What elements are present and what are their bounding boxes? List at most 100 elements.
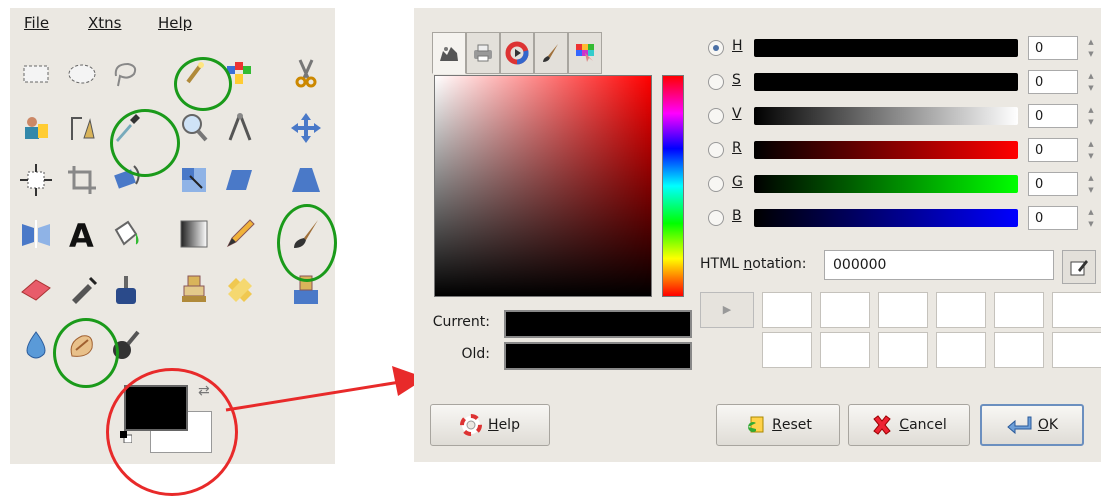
tab-watercolor[interactable] (534, 32, 568, 74)
crop-tool[interactable] (62, 160, 102, 200)
channel-spinbox-r[interactable]: 0 (1028, 138, 1078, 162)
channel-radio-b[interactable] (708, 210, 724, 226)
channel-spinbox-h[interactable]: 0 (1028, 36, 1078, 60)
menu-xtns[interactable]: Xtns (88, 14, 121, 32)
add-to-history-button[interactable]: ▶ (700, 292, 754, 328)
smudge-tool[interactable] (62, 326, 102, 366)
color-picker-icon (116, 114, 140, 142)
magnify-icon (182, 114, 208, 142)
ellipse-select-tool[interactable] (62, 54, 102, 94)
color-history-slot[interactable] (762, 332, 812, 368)
fuzzy-select-tool[interactable] (174, 54, 214, 94)
measure-tool[interactable] (220, 108, 260, 148)
color-picker-tool[interactable] (106, 108, 146, 148)
flip-tool[interactable] (16, 214, 56, 254)
channel-slider-h[interactable] (754, 39, 1018, 57)
channel-radio-s[interactable] (708, 74, 724, 90)
channel-label-b: B (732, 208, 742, 224)
perspective-clone-tool[interactable] (286, 270, 326, 310)
blend-tool[interactable] (174, 214, 214, 254)
cancel-button[interactable]: Cancel (848, 404, 970, 446)
channel-slider-s[interactable] (754, 73, 1018, 91)
tab-palette[interactable] (568, 32, 602, 74)
bucket-fill-tool[interactable] (106, 214, 146, 254)
reset-button[interactable]: Reset (716, 404, 840, 446)
pencil-tool[interactable] (220, 214, 260, 254)
smudge-icon (70, 335, 93, 357)
menu-help[interactable]: Help (158, 14, 192, 32)
tab-color-wheel[interactable] (500, 32, 534, 74)
color-history-slot[interactable] (878, 332, 928, 368)
fuzzy-select-icon (186, 62, 204, 84)
channel-spinbox-v[interactable]: 0 (1028, 104, 1078, 128)
brush-icon (543, 44, 558, 62)
foreground-select-tool[interactable] (16, 108, 56, 148)
spin-arrows-icon[interactable]: ▲ ▼ (1084, 138, 1098, 162)
tab-gimp-selector[interactable] (432, 32, 466, 74)
channel-slider-b[interactable] (754, 209, 1018, 227)
color-history-slot[interactable] (994, 332, 1044, 368)
tab-cmyk[interactable] (466, 32, 500, 74)
hue-strip[interactable] (662, 75, 684, 297)
flip-icon (22, 220, 50, 248)
rotate-tool[interactable] (106, 160, 146, 200)
channel-slider-g[interactable] (754, 175, 1018, 193)
shear-tool[interactable] (220, 160, 260, 200)
ok-button[interactable]: OK (980, 404, 1084, 446)
spin-arrows-icon[interactable]: ▲ ▼ (1084, 172, 1098, 196)
ink-icon (116, 276, 136, 304)
channel-radio-g[interactable] (708, 176, 724, 192)
old-label: Old: (461, 346, 490, 362)
current-color-swatch (504, 310, 692, 338)
move-tool[interactable] (286, 108, 326, 148)
color-history-slot[interactable] (936, 292, 986, 328)
color-history-slot[interactable] (1052, 332, 1101, 368)
menu-file[interactable]: File (24, 14, 49, 32)
spin-arrows-icon[interactable]: ▲ ▼ (1084, 70, 1098, 94)
color-select-tool[interactable] (220, 54, 260, 94)
scale-tool[interactable] (174, 160, 214, 200)
text-tool[interactable]: A (62, 214, 102, 254)
color-spectrum-area[interactable] (434, 75, 652, 297)
html-notation-label: HTML notation: (700, 256, 807, 272)
scissors-tool[interactable] (286, 54, 326, 94)
color-history-slot[interactable] (1052, 292, 1101, 328)
channel-spinbox-b[interactable]: 0 (1028, 206, 1078, 230)
ink-tool[interactable] (106, 270, 146, 310)
paintbrush-tool[interactable] (286, 214, 326, 254)
lasso-tool[interactable] (106, 54, 146, 94)
spin-arrows-icon[interactable]: ▲ ▼ (1084, 206, 1098, 230)
eraser-tool[interactable] (16, 270, 56, 310)
clone-tool[interactable] (174, 270, 214, 310)
channel-spinbox-g[interactable]: 0 (1028, 172, 1078, 196)
eyedropper-button[interactable] (1062, 250, 1096, 284)
channel-label-g: G (732, 174, 743, 190)
channel-radio-h[interactable] (708, 40, 724, 56)
spin-arrows-icon[interactable]: ▲ ▼ (1084, 36, 1098, 60)
airbrush-tool[interactable] (62, 270, 102, 310)
channel-radio-v[interactable] (708, 108, 724, 124)
channel-spinbox-s[interactable]: 0 (1028, 70, 1078, 94)
heal-tool[interactable] (220, 270, 260, 310)
color-history-slot[interactable] (820, 292, 870, 328)
dodge-burn-tool[interactable] (106, 326, 146, 366)
color-history-slot[interactable] (820, 332, 870, 368)
color-wheel-icon (505, 41, 529, 65)
channel-slider-r[interactable] (754, 141, 1018, 159)
magnify-tool[interactable] (174, 108, 214, 148)
perspective-tool[interactable] (286, 160, 326, 200)
html-notation-input[interactable]: 000000 (824, 250, 1054, 280)
old-color-swatch (504, 342, 692, 370)
align-tool[interactable] (16, 160, 56, 200)
help-button[interactable]: Help (430, 404, 550, 446)
color-history-slot[interactable] (878, 292, 928, 328)
color-history-slot[interactable] (762, 292, 812, 328)
color-history-slot[interactable] (994, 292, 1044, 328)
paths-tool[interactable] (62, 108, 102, 148)
color-history-slot[interactable] (936, 332, 986, 368)
blur-tool[interactable] (16, 326, 56, 366)
rect-select-tool[interactable] (16, 54, 56, 94)
spin-arrows-icon[interactable]: ▲ ▼ (1084, 104, 1098, 128)
channel-radio-r[interactable] (708, 142, 724, 158)
channel-slider-v[interactable] (754, 107, 1018, 125)
